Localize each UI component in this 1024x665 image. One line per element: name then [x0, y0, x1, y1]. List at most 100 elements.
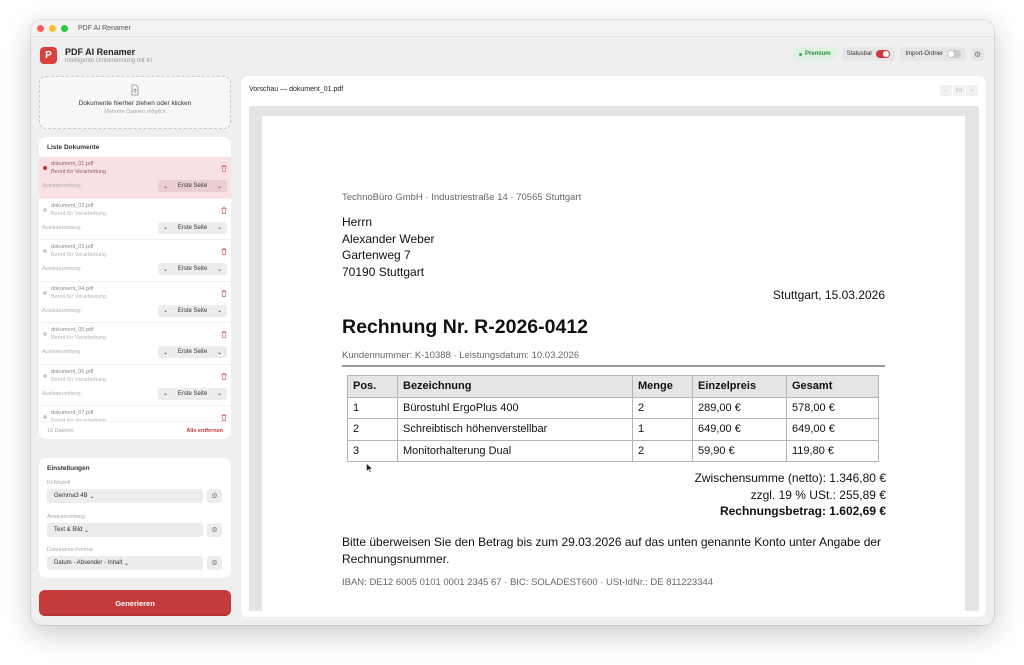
chevron-down-icon: ⌄	[163, 266, 169, 273]
minimize-window-button[interactable]	[49, 24, 56, 32]
document-name: dokument_01.pdf	[51, 161, 94, 167]
status-dot-icon	[43, 373, 47, 378]
preview-panel: Vorschau — dokument_01.pdf – Fit + Techn…	[241, 76, 986, 617]
bank-details: IBAN: DE12 6005 0101 0001 2345 67 · BIC:…	[342, 577, 714, 588]
list-item[interactable]: dokument_04.pdf Bereit für Verarbeitung Au…	[39, 282, 231, 323]
scope-value: Erste Seite	[177, 349, 208, 355]
chevron-down-icon: ⌄	[216, 308, 222, 314]
app-subtitle: Intelligente Umbenennung mit KI	[65, 58, 153, 64]
list-item[interactable]: dokument_06.pdf Bereit für Verarbeitung Au…	[39, 365, 231, 406]
analysis-gear-icon[interactable]: ⚙	[207, 523, 222, 537]
close-window-button[interactable]	[37, 24, 44, 32]
list-item[interactable]: dokument_03.pdf Bereit für Verarbeitung Au…	[39, 240, 231, 282]
table-cell: 1	[347, 396, 398, 419]
status-dot-icon	[43, 166, 47, 170]
scope-select[interactable]: ⌄ Erste Seite ⌄	[158, 387, 227, 400]
filename-format-setting: Dateiname-Format Datum - Absender - Inha…	[47, 547, 225, 570]
document-name: dokument_06.pdf	[51, 368, 94, 375]
invoice-title: Rechnung Nr. R-2026-0412	[342, 316, 589, 338]
remove-all-button[interactable]: Alle entfernen	[186, 428, 223, 434]
model-gear-icon[interactable]: ⚙	[207, 489, 222, 503]
document-name: dokument_05.pdf	[51, 327, 94, 333]
filename-format-select[interactable]: Datum - Absender - Inhalt ⌄	[47, 556, 203, 570]
scope-label: Ausleseumfang:	[42, 307, 82, 314]
status-dot-icon	[43, 332, 47, 336]
table-row: 2 Schreibtisch höhenverstellbar 1 649,00…	[347, 418, 879, 441]
scope-select[interactable]: ⌄ Erste Seite ⌄	[158, 263, 227, 275]
chevron-down-icon: ⌄	[216, 266, 222, 273]
list-item[interactable]: dokument_01.pdf Bereit für Verarbeitung Au…	[39, 157, 231, 199]
import-folder-toggle[interactable]	[947, 50, 961, 58]
chevron-down-icon: ⌄	[216, 349, 222, 356]
status-dot-icon	[43, 290, 47, 295]
trash-icon[interactable]	[221, 165, 227, 174]
invoice-subline: Kundennummer: K-10388 · Leistungsdatum: …	[342, 350, 580, 361]
chevron-down-icon: ⌄	[163, 308, 169, 314]
scope-select[interactable]: ⌄ Erste Seite ⌄	[158, 180, 227, 192]
list-item[interactable]: dokument_02.pdf Bereit für Verarbeitung Au…	[39, 199, 231, 240]
list-item[interactable]: dokument_07.pdfBereit für VerarbeitungAu…	[39, 406, 231, 421]
settings-panel: Einstellungen KI-Modell Gemma3 4B ⌄ ⚙ An…	[39, 458, 231, 578]
scope-select[interactable]: ⌄ Erste Seite ⌄	[158, 221, 227, 234]
settings-title: Einstellungen	[47, 465, 90, 472]
table-cell: 2	[632, 439, 693, 462]
status-dot-icon	[43, 249, 47, 253]
generate-button[interactable]: Generieren	[39, 590, 231, 616]
trash-icon[interactable]	[221, 372, 227, 382]
zoom-window-button[interactable]	[61, 24, 68, 32]
column-header: Menge	[632, 375, 693, 398]
document-status: Bereit für Verarbeitung	[51, 252, 107, 258]
chevron-down-icon: ⌄	[163, 391, 169, 397]
table-cell: Monitorhalterung Dual	[397, 439, 633, 462]
trash-icon[interactable]	[221, 331, 227, 340]
analysis-select[interactable]: Text & Bild ⌄	[47, 523, 203, 537]
trash-icon[interactable]	[221, 414, 227, 421]
chevron-down-icon: ⌄	[216, 391, 222, 397]
list-item[interactable]: dokument_05.pdf Bereit für Verarbeitung Au…	[39, 323, 231, 365]
analysis-setting: Analyseumfang Text & Bild ⌄ ⚙	[47, 514, 225, 537]
scope-value: Erste Seite	[177, 307, 208, 314]
trash-icon[interactable]	[221, 206, 227, 216]
title-bar: PDF AI Renamer	[31, 20, 994, 37]
payment-note: Bitte überweisen Sie den Betrag bis zum …	[342, 535, 882, 566]
scope-value: Erste Seite	[177, 390, 208, 397]
chevron-down-icon: ⌄	[216, 225, 222, 231]
trash-icon[interactable]	[221, 248, 227, 257]
document-status: Bereit für Verarbeitung	[51, 335, 107, 341]
file-dropzone[interactable]: Dokumente hierher ziehen oder klicken Me…	[39, 76, 231, 129]
invoice-totals: Zwischensumme (netto): 1.346,80 € zzgl. …	[695, 470, 886, 520]
scope-select[interactable]: ⌄ Erste Seite ⌄	[158, 346, 227, 358]
import-folder-toggle-control[interactable]: Import-Ordner	[900, 47, 966, 61]
zoom-out-button[interactable]: –	[939, 85, 952, 96]
column-header: Bezeichnung	[397, 375, 633, 398]
tax: zzgl. 19 % USt.: 255,89 €	[750, 487, 886, 502]
filename-format-gear-icon[interactable]: ⚙	[207, 556, 222, 570]
premium-label: Premium	[804, 51, 831, 57]
premium-dot-icon	[798, 52, 802, 56]
trash-icon[interactable]	[221, 289, 227, 299]
table-cell: 59,90 €	[692, 439, 787, 462]
chevron-down-icon: ⌄	[82, 527, 90, 534]
statusbar-toggle-control[interactable]: Statusbar	[841, 47, 896, 61]
scope-label: Ausleseumfang:	[42, 183, 82, 189]
chevron-down-icon: ⌄	[216, 183, 222, 190]
app-header: P PDF AI Renamer Intelligente Umbenennun…	[31, 37, 994, 74]
zoom-in-button[interactable]: +	[966, 85, 978, 96]
recipient-line: Gartenweg 7	[342, 248, 411, 263]
scope-select[interactable]: ⌄ Erste Seite ⌄	[158, 304, 227, 317]
table-cell: 2	[632, 396, 693, 419]
mouse-cursor-icon	[366, 462, 374, 475]
filename-format-label: Dateiname-Format	[47, 547, 93, 553]
recipient-line: 70190 Stuttgart	[342, 265, 425, 280]
model-select[interactable]: Gemma3 4B ⌄	[47, 489, 203, 503]
document-name: dokument_02.pdf	[51, 202, 94, 209]
scope-value: Erste Seite	[177, 266, 208, 272]
dropzone-title: Dokumente hierher ziehen oder klicken	[78, 100, 192, 107]
zoom-fit-button[interactable]: Fit	[952, 85, 965, 96]
table-cell: 649,00 €	[692, 418, 787, 441]
pdf-canvas[interactable]: TechnoBüro GmbH · Industriestraße 14 · 7…	[249, 106, 979, 611]
table-cell: 119,80 €	[786, 439, 879, 462]
invoice-sender: TechnoBüro GmbH · Industriestraße 14 · 7…	[342, 192, 582, 203]
gear-icon[interactable]: ⚙	[971, 47, 984, 61]
statusbar-toggle[interactable]	[876, 50, 891, 58]
